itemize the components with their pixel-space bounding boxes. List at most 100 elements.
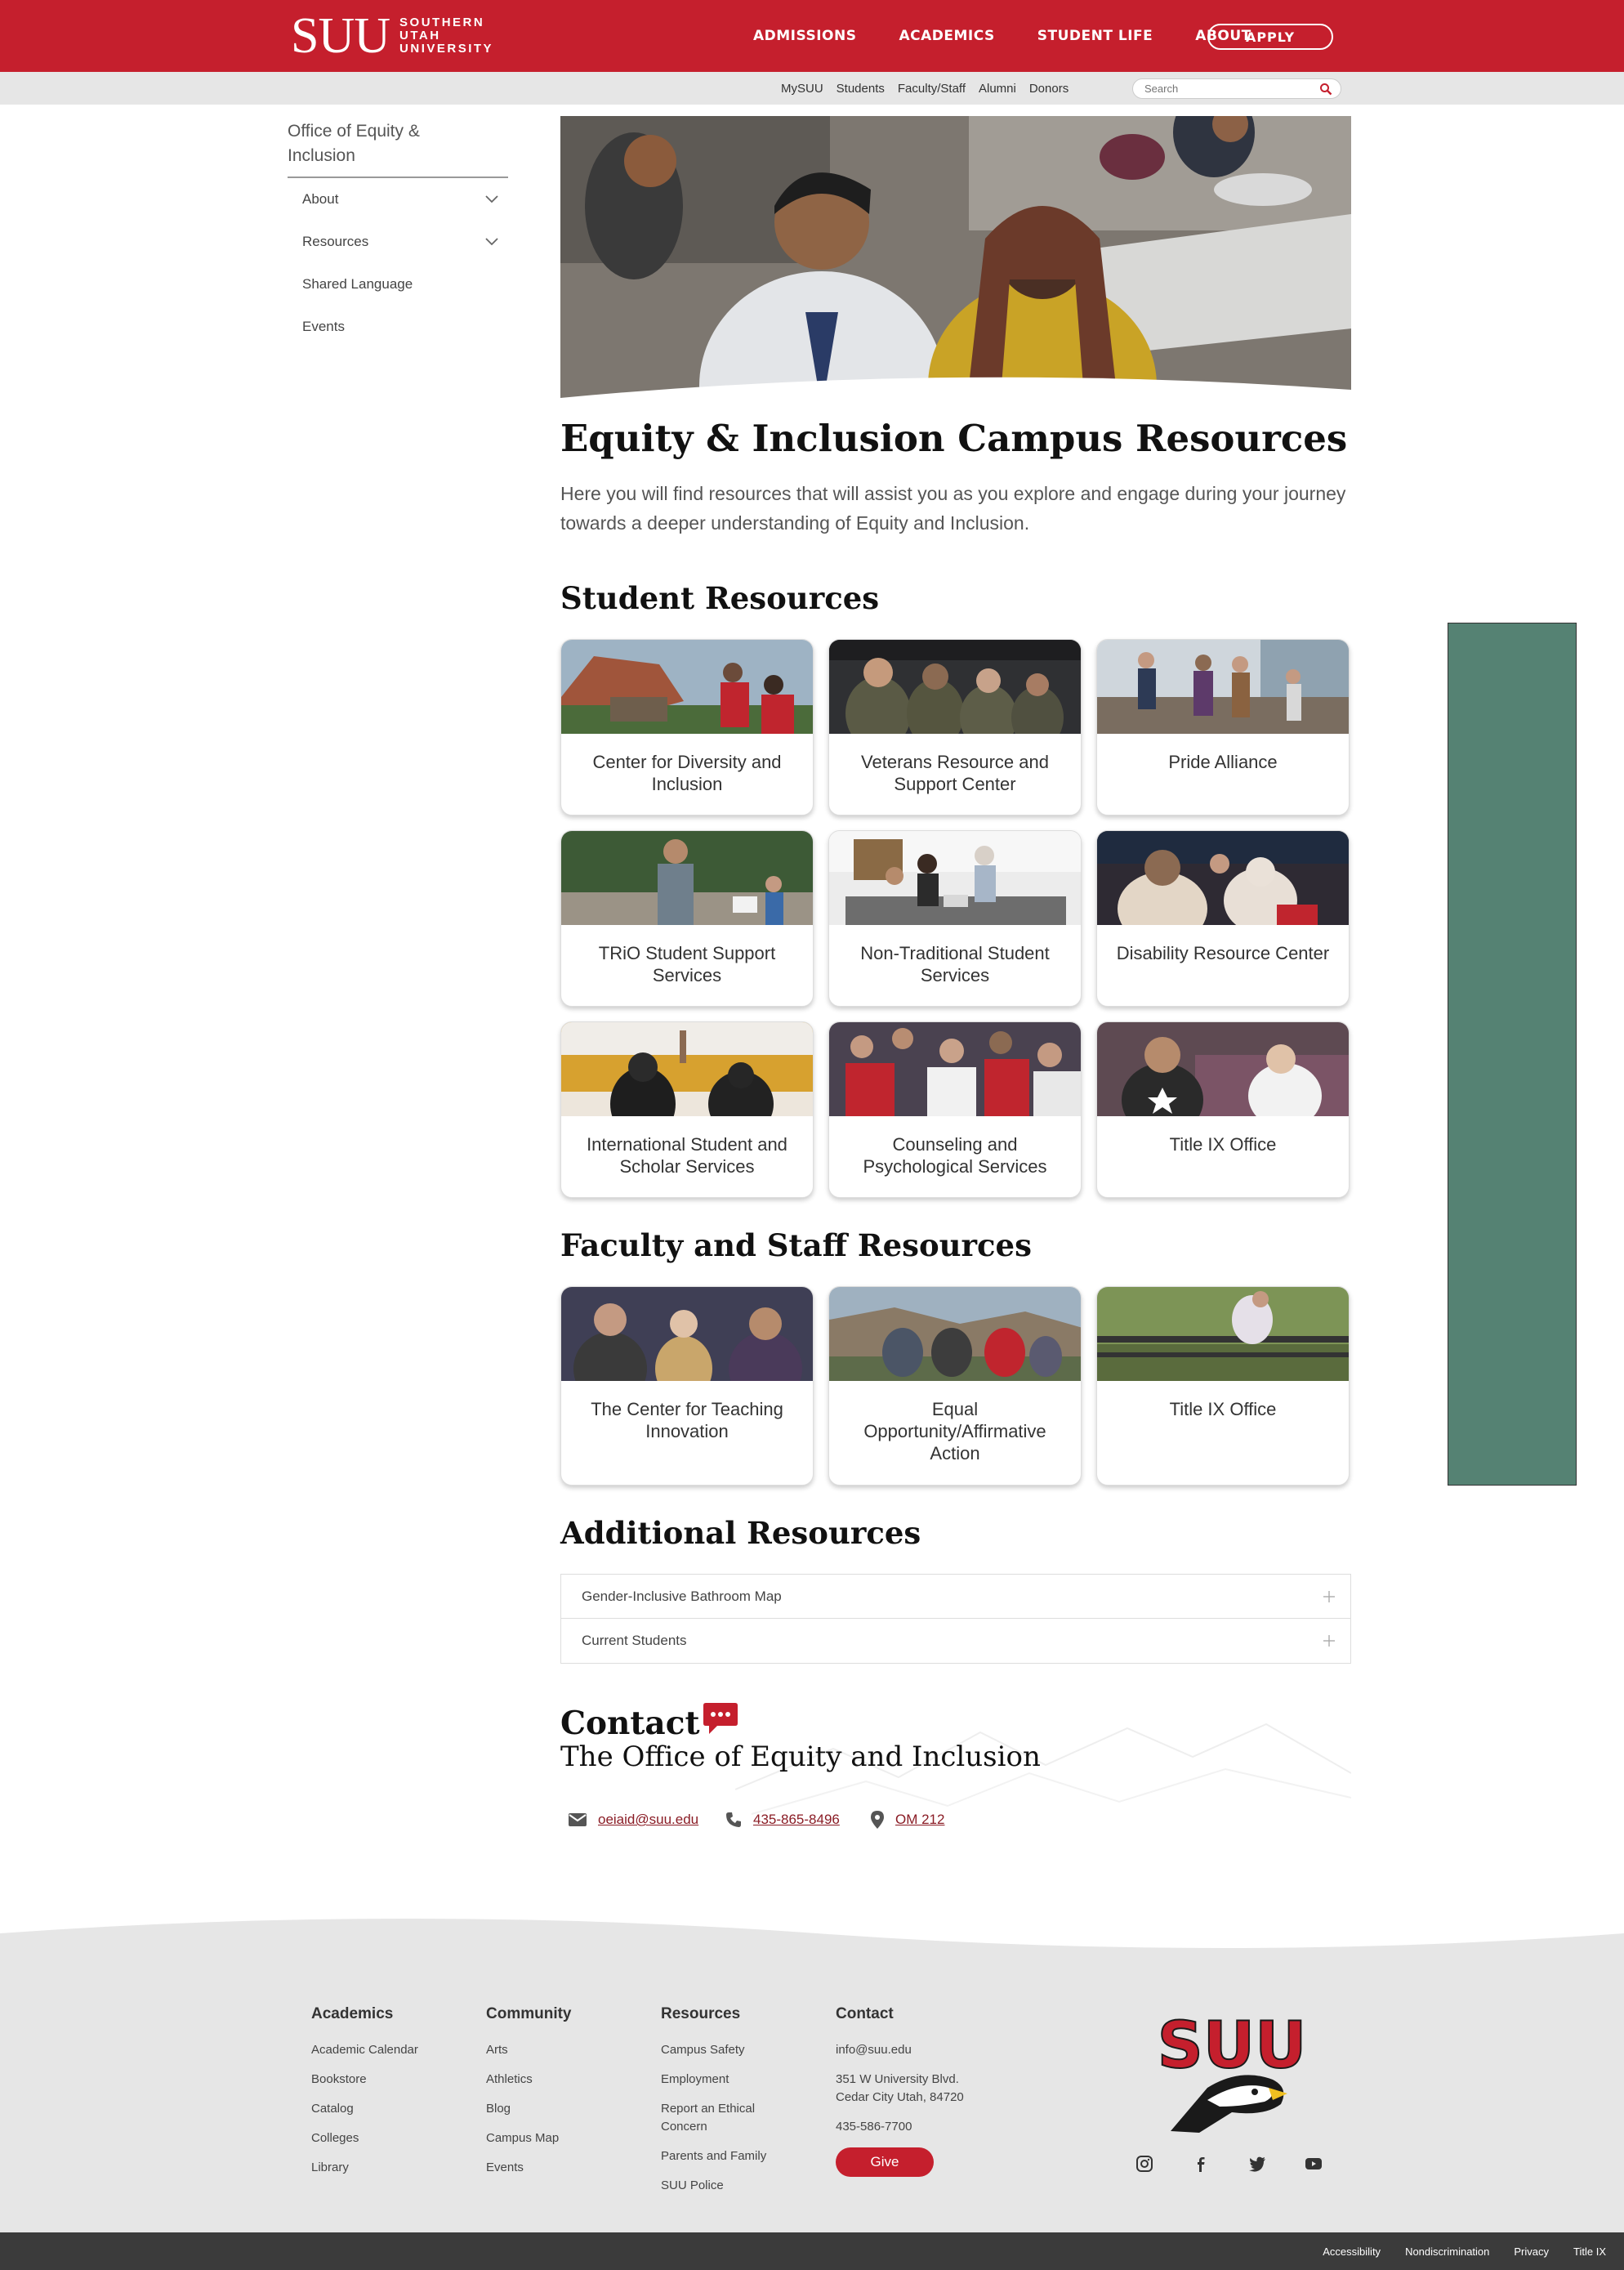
footer-link[interactable]: Academic Calendar — [311, 2041, 418, 2059]
resource-card[interactable]: Pride Alliance — [1096, 639, 1350, 816]
utility-link-students[interactable]: Students — [837, 82, 885, 96]
suu-logo-link[interactable]: SUU SOUTHERN UTAH UNIVERSITY — [291, 11, 493, 61]
logo-wordmark: SOUTHERN UTAH UNIVERSITY — [399, 16, 493, 56]
footer-link[interactable]: Athletics — [486, 2071, 572, 2089]
footer-link[interactable]: Events — [486, 2159, 572, 2177]
plus-icon[interactable] — [1323, 1590, 1336, 1603]
footer-link[interactable]: Campus Map — [486, 2129, 572, 2147]
footer-address-line: Cedar City Utah, 84720 — [836, 2090, 964, 2104]
page-title: Equity & Inclusion Campus Resources — [560, 417, 1348, 460]
nav-student-life[interactable]: STUDENT LIFE — [1037, 28, 1153, 44]
sidebar-item-about[interactable]: About — [302, 187, 498, 212]
legal-link-title-ix[interactable]: Title IX — [1573, 2245, 1606, 2258]
legal-link-privacy[interactable]: Privacy — [1514, 2245, 1549, 2258]
top-bar: SUU SOUTHERN UTAH UNIVERSITY ADMISSIONS … — [0, 0, 1624, 72]
contact-location-link[interactable]: OM 212 — [871, 1809, 944, 1830]
card-image — [829, 1022, 1081, 1116]
social-links — [1135, 2155, 1361, 2173]
accordion-item[interactable]: Current Students — [561, 1619, 1350, 1663]
footer-link[interactable]: Colleges — [311, 2129, 418, 2147]
resource-card[interactable]: Counseling and Psychological Services — [828, 1021, 1082, 1198]
accordion-item[interactable]: Gender-Inclusive Bathroom Map — [561, 1575, 1350, 1619]
resource-card[interactable]: Title IX Office — [1096, 1286, 1350, 1486]
sidebar-item-resources[interactable]: Resources — [302, 230, 498, 254]
contact-heading: Contact — [560, 1705, 700, 1742]
hero-image — [560, 116, 1351, 414]
footer-address-line: 351 W University Blvd. — [836, 2072, 959, 2086]
footer-link[interactable]: Arts — [486, 2041, 572, 2059]
card-image — [561, 831, 813, 925]
card-image — [561, 640, 813, 734]
footer-link[interactable]: Report an Ethical Concern — [661, 2100, 775, 2136]
footer-email-link[interactable]: info@suu.edu — [836, 2041, 999, 2059]
card-image — [561, 1022, 813, 1116]
logo-word: UTAH — [399, 29, 441, 42]
chevron-down-icon[interactable] — [485, 195, 498, 203]
resource-card[interactable]: Equal Opportunity/Affirmative Action — [828, 1286, 1082, 1486]
sidebar-item-events[interactable]: Events — [302, 315, 498, 339]
utility-link-faculty-staff[interactable]: Faculty/Staff — [898, 82, 966, 96]
footer-link[interactable]: Library — [311, 2159, 418, 2177]
facebook-icon[interactable] — [1192, 2155, 1210, 2173]
footer-col-heading: Resources — [661, 2005, 741, 2022]
search-icon[interactable] — [1319, 83, 1332, 96]
give-button[interactable]: Give — [836, 2147, 934, 2177]
chevron-down-icon[interactable] — [485, 238, 498, 246]
apply-button[interactable]: APPLY — [1207, 24, 1333, 50]
contact-email-link[interactable]: oeiaid@suu.edu — [569, 1809, 698, 1830]
sidebar-item-label: About — [302, 191, 339, 207]
footer-col-academics: Academics Academic Calendar Bookstore Ca… — [311, 2005, 418, 2188]
utility-link-alumni[interactable]: Alumni — [979, 82, 1016, 96]
card-label: Title IX Office — [1169, 1134, 1277, 1155]
student-resources-heading: Student Resources — [560, 580, 880, 616]
twitter-icon[interactable] — [1248, 2155, 1266, 2173]
utility-link-mysuu[interactable]: MySUU — [781, 82, 823, 96]
youtube-icon[interactable] — [1305, 2155, 1323, 2173]
accordion-label: Current Students — [582, 1633, 687, 1648]
side-panel — [1448, 623, 1577, 1486]
resource-card[interactable]: International Student and Scholar Servic… — [560, 1021, 814, 1198]
footer-link[interactable]: Employment — [661, 2071, 775, 2089]
resource-card[interactable]: Disability Resource Center — [1096, 830, 1350, 1007]
resource-card[interactable]: Center for Diversity and Inclusion — [560, 639, 814, 816]
resource-card[interactable]: The Center for Teaching Innovation — [560, 1286, 814, 1486]
search-input[interactable] — [1144, 82, 1308, 96]
resource-card[interactable]: Non-Traditional Student Services — [828, 830, 1082, 1007]
sidebar-divider — [288, 177, 508, 178]
card-image — [561, 1287, 813, 1381]
nav-academics[interactable]: ACADEMICS — [899, 28, 994, 44]
footer-link[interactable]: Blog — [486, 2100, 572, 2118]
card-label: Title IX Office — [1169, 1399, 1277, 1419]
sidebar-title[interactable]: Office of Equity & Inclusion — [288, 119, 492, 168]
instagram-icon[interactable] — [1135, 2155, 1153, 2173]
utility-link-donors[interactable]: Donors — [1029, 82, 1069, 96]
footer-link[interactable]: Parents and Family — [661, 2147, 775, 2165]
sidebar-item-label: Events — [302, 319, 345, 334]
sidebar-item-label: Resources — [302, 234, 369, 249]
legal-link-accessibility[interactable]: Accessibility — [1323, 2245, 1381, 2258]
footer-col-contact: Contact info@suu.edu 351 W University Bl… — [836, 2005, 999, 2188]
resource-card[interactable]: Title IX Office — [1096, 1021, 1350, 1198]
footer-link[interactable]: Campus Safety — [661, 2041, 775, 2059]
resource-card[interactable]: TRiO Student Support Services — [560, 830, 814, 1007]
card-image — [829, 640, 1081, 734]
suu-athletics-logo[interactable]: SUU — [1150, 2010, 1314, 2134]
footer-col-heading: Academics — [311, 2005, 394, 2022]
contact-phone-link[interactable]: 435-865-8496 — [725, 1809, 840, 1830]
card-image — [1097, 640, 1349, 734]
plus-icon[interactable] — [1323, 1634, 1336, 1647]
resource-card[interactable]: Veterans Resource and Support Center — [828, 639, 1082, 816]
logo-text: SUU — [1158, 2010, 1307, 2083]
footer-link[interactable]: SUU Police — [661, 2177, 775, 2195]
footer-link[interactable]: Catalog — [311, 2100, 418, 2118]
search-box — [1132, 78, 1341, 99]
card-label: Equal Opportunity/Affirmative Action — [863, 1399, 1046, 1463]
legal-bar: Accessibility Nondiscrimination Privacy … — [0, 2232, 1624, 2270]
footer-phone-link[interactable]: 435-586-7700 — [836, 2118, 999, 2136]
card-label: Disability Resource Center — [1116, 943, 1330, 963]
sidebar-item-shared-language[interactable]: Shared Language — [302, 272, 498, 297]
nav-admissions[interactable]: ADMISSIONS — [753, 28, 856, 44]
legal-link-nondiscrimination[interactable]: Nondiscrimination — [1405, 2245, 1489, 2258]
card-label: International Student and Scholar Servic… — [587, 1134, 787, 1177]
footer-link[interactable]: Bookstore — [311, 2071, 418, 2089]
